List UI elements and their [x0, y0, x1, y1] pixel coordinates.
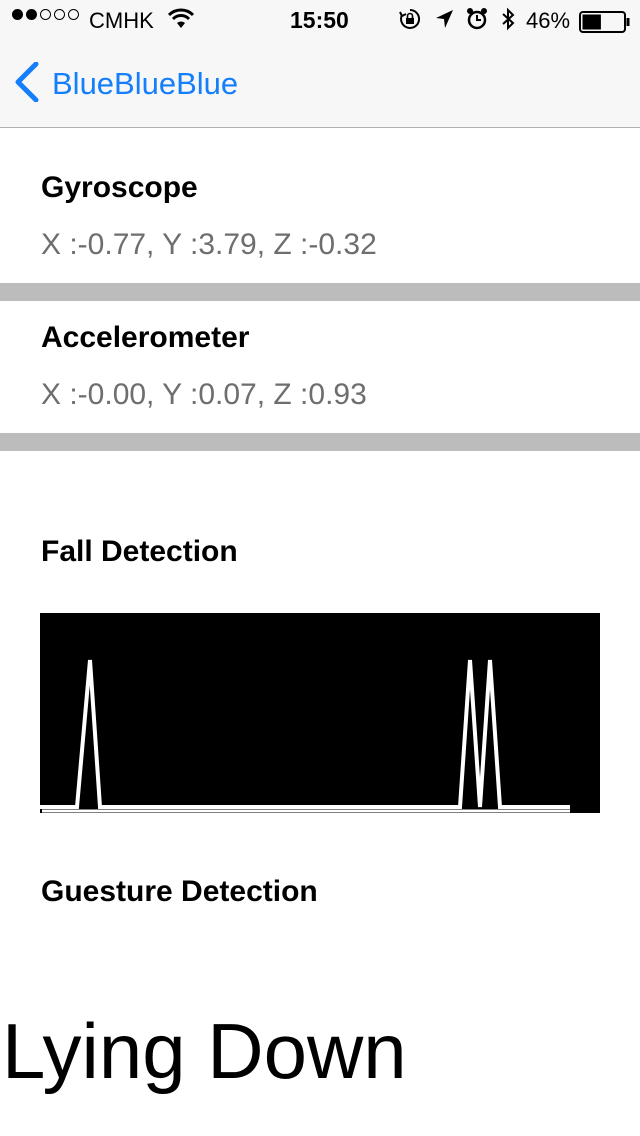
signal-dot	[54, 9, 65, 20]
location-arrow-icon	[434, 8, 454, 36]
back-button[interactable]: BlueBlueBlue	[14, 61, 239, 107]
gyroscope-values: X :-0.77, Y :3.79, Z :-0.32	[41, 228, 377, 261]
signal-dot	[26, 9, 37, 20]
fall-signal-line	[40, 659, 570, 809]
navigation-bar: BlueBlueBlue	[0, 40, 640, 128]
battery-icon	[579, 11, 631, 39]
status-bar: CMHK 15:50 46%	[0, 0, 640, 40]
orientation-lock-icon	[398, 7, 422, 37]
gesture-status: Lying Down	[2, 1007, 407, 1095]
wifi-icon	[167, 8, 195, 36]
bluetooth-icon	[500, 7, 516, 37]
section-divider	[0, 283, 640, 301]
fall-detection-plot	[40, 659, 570, 813]
back-button-label: BlueBlueBlue	[52, 66, 239, 101]
chevron-left-icon	[14, 61, 40, 107]
gyroscope-title: Gyroscope	[41, 171, 198, 204]
fall-detection-chart	[40, 613, 600, 813]
signal-dot	[40, 9, 51, 20]
carrier-label: CMHK	[89, 8, 154, 33]
signal-strength-icon	[12, 9, 79, 20]
alarm-icon	[466, 7, 488, 37]
signal-dot	[68, 9, 79, 20]
status-time: 15:50	[290, 7, 349, 33]
fall-detection-title: Fall Detection	[41, 535, 238, 568]
gesture-detection-title: Guesture Detection	[41, 875, 318, 908]
section-divider	[0, 433, 640, 451]
battery-percent: 46%	[526, 8, 571, 33]
accelerometer-values: X :-0.00, Y :0.07, Z :0.93	[41, 378, 367, 411]
accelerometer-title: Accelerometer	[41, 321, 250, 354]
signal-dot	[12, 9, 23, 20]
